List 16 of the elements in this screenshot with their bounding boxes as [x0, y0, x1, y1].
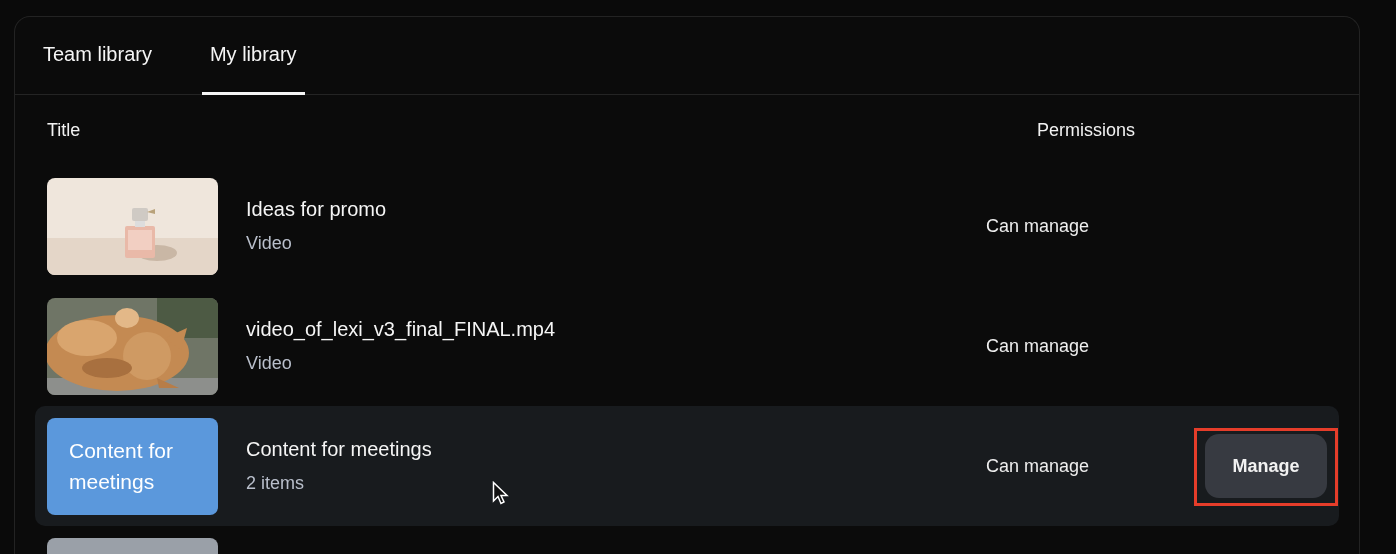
item-type: Video	[246, 353, 292, 374]
tab[interactable]: My library	[201, 17, 305, 95]
column-header: Title	[47, 120, 82, 141]
item-type: Video	[246, 233, 292, 254]
item-title: video_of_lexi_v3_final_FINAL.mp4	[246, 318, 556, 341]
cursor-icon	[492, 481, 509, 505]
item-title: Content for meetings	[246, 438, 432, 461]
column-header: Permissions	[1037, 120, 1137, 141]
folder-label: Content for meetings	[69, 438, 174, 495]
manage-button[interactable]: Manage	[1205, 434, 1327, 498]
permission-text: Can manage	[985, 335, 1090, 356]
permission-text: Can manage	[985, 455, 1090, 476]
item-type: 2 items	[246, 473, 305, 494]
item-title: Ideas for promo	[246, 198, 387, 221]
tab[interactable]: Team library	[35, 17, 160, 95]
permission-text: Can manage	[985, 215, 1090, 236]
